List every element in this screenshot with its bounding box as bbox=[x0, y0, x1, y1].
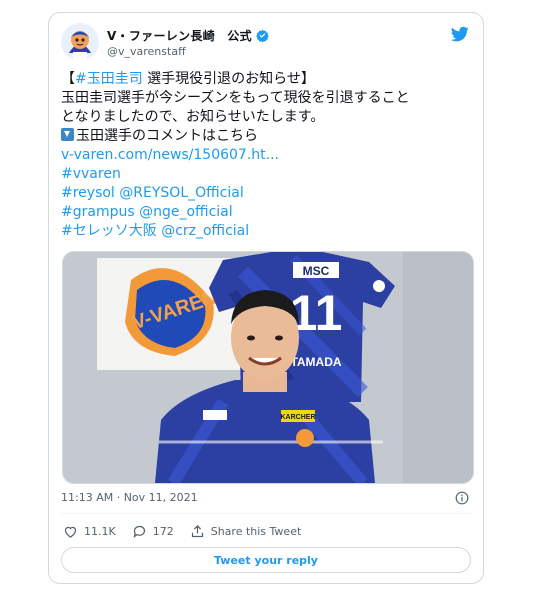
hashtag-link[interactable]: #reysol bbox=[61, 185, 115, 201]
tweet-line-3: となりましたので、お知らせいたします。 bbox=[61, 109, 325, 125]
headline-text: 選手現役引退のお知らせ】 bbox=[142, 71, 315, 87]
news-url-link[interactable]: v-varen.com/news/150607.ht... bbox=[61, 147, 279, 163]
reply-bubble-icon bbox=[133, 525, 145, 538]
hashtag-link[interactable]: #grampus bbox=[61, 204, 135, 220]
mention-link[interactable]: @crz_official bbox=[161, 223, 249, 239]
bracket-open: 【 bbox=[61, 71, 75, 87]
mention-link[interactable]: @nge_official bbox=[139, 204, 233, 220]
share-label: Share this Tweet bbox=[210, 525, 302, 538]
mention-link[interactable]: @REYSOL_Official bbox=[119, 185, 243, 201]
tweet-line-8: #grampus @nge_official bbox=[61, 203, 473, 222]
jersey-sponsor: MSC bbox=[303, 264, 330, 278]
twitter-bird-icon[interactable] bbox=[451, 25, 469, 43]
comment-text: 玉田選手のコメントはこちら bbox=[76, 128, 258, 144]
hashtag-link[interactable]: #vvaren bbox=[61, 166, 121, 182]
player-photo: V-VAREN MSC 11 TAMADA KARCHER bbox=[63, 252, 473, 483]
reply-count: 172 bbox=[152, 525, 174, 538]
tweet-line-5: v-varen.com/news/150607.ht... bbox=[61, 146, 473, 165]
tweet-timestamp[interactable]: 11:13 AM · Nov 11, 2021 bbox=[61, 491, 198, 504]
handle[interactable]: @v_varenstaff bbox=[107, 45, 186, 58]
hashtag-link[interactable]: #セレッソ大阪 bbox=[61, 223, 157, 239]
tweet-text: 【#玉田圭司 選手現役引退のお知らせ】 玉田圭司選手が今シーズンをもって現役を引… bbox=[61, 70, 473, 241]
author-name-row: V・ファーレン長崎 公式 bbox=[107, 27, 269, 44]
like-count: 11.1K bbox=[84, 525, 116, 538]
tweet-line-7: #reysol @REYSOL_Official bbox=[61, 184, 473, 203]
hashtag-link[interactable]: #玉田圭司 bbox=[75, 71, 143, 87]
tweet-your-reply-button[interactable]: Tweet your reply bbox=[61, 547, 471, 573]
tweet-line-1: 【#玉田圭司 選手現役引退のお知らせ】 bbox=[61, 70, 473, 89]
share-button[interactable]: Share this Tweet bbox=[190, 524, 302, 539]
verified-badge-icon bbox=[256, 29, 269, 42]
tweet-media-image[interactable]: V-VAREN MSC 11 TAMADA KARCHER bbox=[62, 251, 474, 484]
tweet-line-4: 玉田選手のコメントはこちら bbox=[61, 127, 473, 146]
divider bbox=[61, 513, 471, 514]
heart-icon bbox=[64, 526, 77, 538]
like-button[interactable]: 11.1K bbox=[63, 524, 116, 539]
display-name[interactable]: V・ファーレン長崎 公式 bbox=[107, 27, 252, 44]
tweet-actions: 11.1K 172 Share this Tweet bbox=[63, 524, 317, 539]
share-icon bbox=[191, 524, 203, 538]
tweet-line-6: #vvaren bbox=[61, 165, 473, 184]
down-arrow-emoji-icon bbox=[61, 128, 74, 141]
mascot-avatar-image bbox=[61, 23, 99, 61]
info-icon[interactable] bbox=[455, 491, 469, 505]
reply-button[interactable]: 172 bbox=[132, 524, 174, 539]
avatar[interactable] bbox=[61, 23, 99, 61]
tweet-card: V・ファーレン長崎 公式 @v_varenstaff 【#玉田圭司 選手現役引退… bbox=[48, 12, 484, 584]
jersey-name: TAMADA bbox=[290, 355, 341, 369]
shirt-sponsor: KARCHER bbox=[281, 414, 316, 421]
tweet-line-2: 玉田圭司選手が今シーズンをもって現役を引退すること bbox=[61, 90, 410, 106]
tweet-line-9: #セレッソ大阪 @crz_official bbox=[61, 222, 473, 241]
